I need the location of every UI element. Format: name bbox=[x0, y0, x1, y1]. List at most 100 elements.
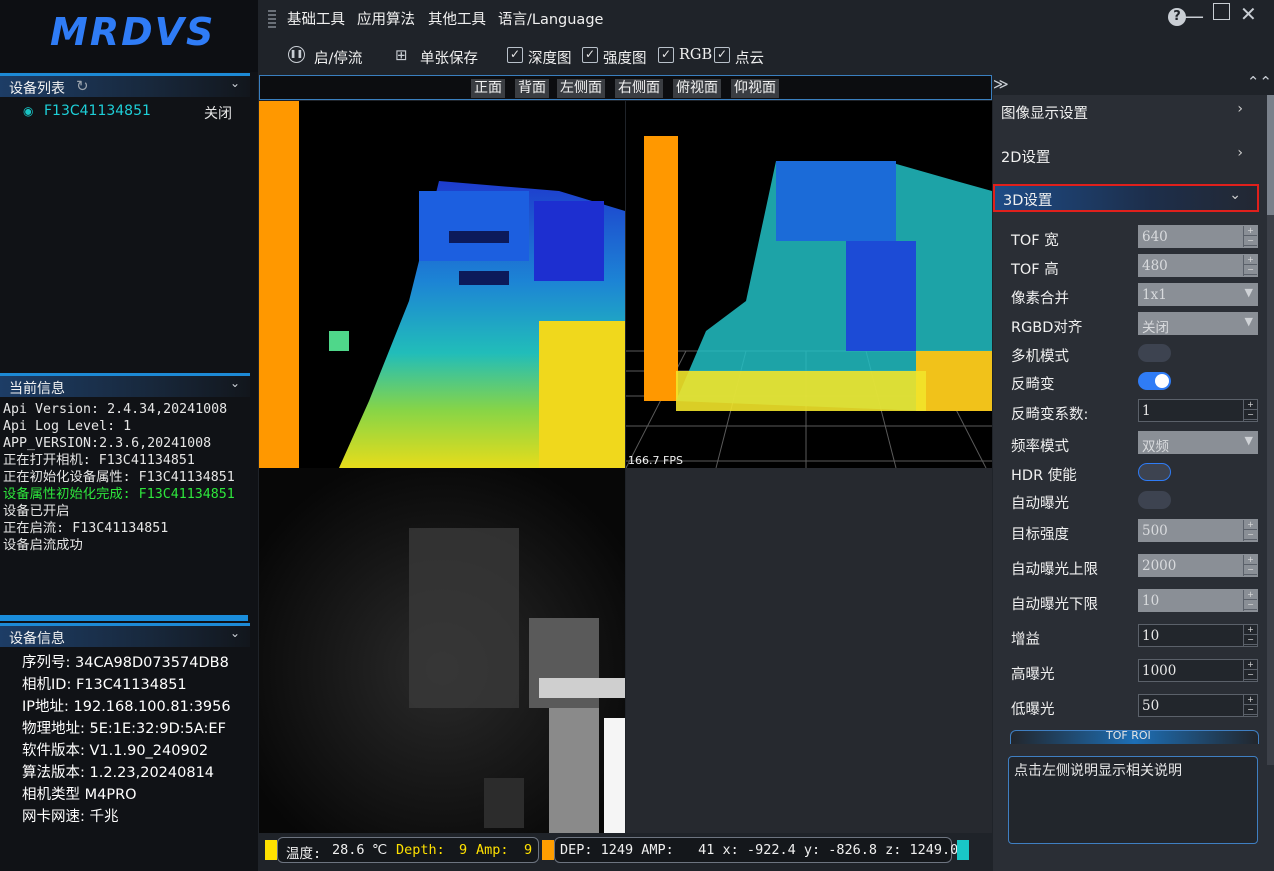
device-list-item[interactable]: ◉ F13C41134851 关闭 bbox=[0, 100, 250, 124]
param-label[interactable]: 像素合并 bbox=[1011, 287, 1069, 308]
pause-icon[interactable]: ❚❚ bbox=[288, 46, 305, 63]
panel-splitter[interactable] bbox=[0, 615, 248, 621]
chevron-down-icon[interactable]: ⌄ bbox=[230, 76, 240, 90]
param-label[interactable]: RGBD对齐 bbox=[1011, 316, 1082, 337]
param-toggle[interactable] bbox=[1138, 491, 1171, 509]
param-label[interactable]: TOF 宽 bbox=[1011, 229, 1059, 250]
spin-down-icon[interactable]: − bbox=[1244, 600, 1257, 610]
single-save-button[interactable]: 单张保存 bbox=[420, 47, 478, 68]
collapse-up-icon[interactable]: ⌃⌃ bbox=[1247, 73, 1272, 91]
spin-buttons[interactable]: + − bbox=[1243, 660, 1257, 681]
param-spinbox[interactable]: 1000 + − bbox=[1138, 659, 1258, 682]
pointcloud-view[interactable]: 166.7 FPS bbox=[626, 101, 992, 468]
spin-buttons[interactable]: + − bbox=[1243, 520, 1257, 541]
spin-buttons[interactable]: + − bbox=[1243, 555, 1257, 576]
param-label[interactable]: 频率模式 bbox=[1011, 435, 1069, 456]
pointcloud-checkbox[interactable]: ✓ bbox=[714, 47, 730, 63]
spin-up-icon[interactable]: + bbox=[1244, 255, 1257, 265]
dropdown-arrow-icon[interactable]: ▼ bbox=[1245, 434, 1253, 447]
param-spinbox[interactable]: 10 + − bbox=[1138, 589, 1258, 612]
param-label[interactable]: 多机模式 bbox=[1011, 345, 1069, 366]
chevron-down-icon[interactable]: ⌄ bbox=[230, 376, 240, 390]
param-label[interactable]: 自动曝光上限 bbox=[1011, 558, 1098, 579]
spin-down-icon[interactable]: − bbox=[1244, 265, 1257, 275]
view-left-button[interactable]: 左侧面 bbox=[557, 79, 605, 98]
param-toggle[interactable] bbox=[1138, 344, 1171, 362]
rgb-checkbox[interactable]: ✓ bbox=[658, 47, 674, 63]
current-info-header[interactable]: 当前信息 ⌄ bbox=[0, 373, 250, 397]
view-front-button[interactable]: 正面 bbox=[471, 79, 505, 98]
view-bottom-button[interactable]: 仰视面 bbox=[731, 79, 779, 98]
param-label[interactable]: 反畸变系数: bbox=[1011, 403, 1088, 424]
spin-up-icon[interactable]: + bbox=[1244, 660, 1257, 670]
grip-handle[interactable] bbox=[268, 8, 276, 28]
spin-down-icon[interactable]: − bbox=[1244, 530, 1257, 540]
param-spinbox[interactable]: 2000 + − bbox=[1138, 554, 1258, 577]
rgb-view[interactable] bbox=[626, 468, 992, 833]
spin-buttons[interactable]: + − bbox=[1243, 590, 1257, 611]
menu-basic-tools[interactable]: 基础工具 bbox=[287, 8, 345, 29]
depth-checkbox[interactable]: ✓ bbox=[507, 47, 523, 63]
spin-down-icon[interactable]: − bbox=[1244, 635, 1257, 645]
param-toggle[interactable] bbox=[1138, 372, 1171, 390]
spin-down-icon[interactable]: − bbox=[1244, 670, 1257, 680]
save-icon[interactable]: ⊞ bbox=[395, 46, 408, 64]
spin-down-icon[interactable]: − bbox=[1244, 705, 1257, 715]
dropdown-arrow-icon[interactable]: ▼ bbox=[1245, 315, 1253, 328]
intensity-image-view[interactable] bbox=[259, 468, 625, 833]
param-label[interactable]: TOF 高 bbox=[1011, 258, 1059, 279]
param-label[interactable]: 反畸变 bbox=[1011, 373, 1055, 394]
spin-buttons[interactable]: + − bbox=[1243, 226, 1257, 247]
param-label[interactable]: HDR 使能 bbox=[1011, 464, 1077, 485]
spin-down-icon[interactable]: − bbox=[1244, 236, 1257, 246]
param-select[interactable]: 1x1 ▼ bbox=[1138, 283, 1258, 306]
spin-up-icon[interactable]: + bbox=[1244, 226, 1257, 236]
param-toggle[interactable] bbox=[1138, 463, 1171, 481]
view-right-button[interactable]: 右侧面 bbox=[615, 79, 663, 98]
close-icon[interactable]: ✕ bbox=[1240, 2, 1257, 26]
spin-buttons[interactable]: + − bbox=[1243, 695, 1257, 716]
menu-language[interactable]: 语言/Language bbox=[498, 8, 603, 29]
param-spinbox[interactable]: 1 + − bbox=[1138, 399, 1258, 422]
tof-roi-button[interactable]: TOF ROI bbox=[1010, 730, 1259, 744]
depth-image-view[interactable] bbox=[259, 101, 625, 468]
param-spinbox[interactable]: 10 + − bbox=[1138, 624, 1258, 647]
chevron-down-icon[interactable]: ⌄ bbox=[230, 626, 240, 640]
param-label[interactable]: 高曝光 bbox=[1011, 663, 1055, 684]
collapse-right-icon[interactable]: ≫ bbox=[993, 75, 1009, 93]
menu-other-tools[interactable]: 其他工具 bbox=[428, 8, 486, 29]
settings-scrollbar-thumb[interactable] bbox=[1267, 95, 1274, 215]
spin-down-icon[interactable]: − bbox=[1244, 410, 1257, 420]
spin-up-icon[interactable]: + bbox=[1244, 590, 1257, 600]
spin-down-icon[interactable]: − bbox=[1244, 565, 1257, 575]
spin-up-icon[interactable]: + bbox=[1244, 625, 1257, 635]
view-top-button[interactable]: 俯视面 bbox=[673, 79, 721, 98]
param-label[interactable]: 自动曝光 bbox=[1011, 492, 1069, 513]
maximize-icon[interactable] bbox=[1213, 3, 1230, 20]
spin-up-icon[interactable]: + bbox=[1244, 695, 1257, 705]
param-spinbox[interactable]: 480 + − bbox=[1138, 254, 1258, 277]
spin-up-icon[interactable]: + bbox=[1244, 520, 1257, 530]
dropdown-arrow-icon[interactable]: ▼ bbox=[1245, 286, 1253, 299]
section-image-display[interactable]: 图像显示设置 › bbox=[993, 97, 1259, 125]
param-label[interactable]: 低曝光 bbox=[1011, 698, 1055, 719]
spin-buttons[interactable]: + − bbox=[1243, 625, 1257, 646]
param-spinbox[interactable]: 500 + − bbox=[1138, 519, 1258, 542]
device-list-header[interactable]: 设备列表 ↻ ⌄ bbox=[0, 73, 250, 97]
param-label[interactable]: 目标强度 bbox=[1011, 523, 1069, 544]
section-2d-settings[interactable]: 2D设置 › bbox=[993, 141, 1259, 169]
view-back-button[interactable]: 背面 bbox=[515, 79, 549, 98]
refresh-icon[interactable]: ↻ bbox=[76, 77, 89, 95]
start-stop-button[interactable]: 启/停流 bbox=[314, 47, 362, 68]
param-spinbox[interactable]: 640 + − bbox=[1138, 225, 1258, 248]
intensity-checkbox[interactable]: ✓ bbox=[582, 47, 598, 63]
spin-up-icon[interactable]: + bbox=[1244, 555, 1257, 565]
param-select[interactable]: 双频 ▼ bbox=[1138, 431, 1258, 455]
spin-buttons[interactable]: + − bbox=[1243, 255, 1257, 276]
param-spinbox[interactable]: 50 + − bbox=[1138, 694, 1258, 717]
param-label[interactable]: 自动曝光下限 bbox=[1011, 593, 1098, 614]
minimize-icon[interactable]: — bbox=[1184, 4, 1204, 28]
device-info-header[interactable]: 设备信息 ⌄ bbox=[0, 623, 250, 647]
section-3d-settings[interactable]: 3D设置 ⌄ bbox=[993, 184, 1259, 212]
menu-algorithms[interactable]: 应用算法 bbox=[357, 8, 415, 29]
